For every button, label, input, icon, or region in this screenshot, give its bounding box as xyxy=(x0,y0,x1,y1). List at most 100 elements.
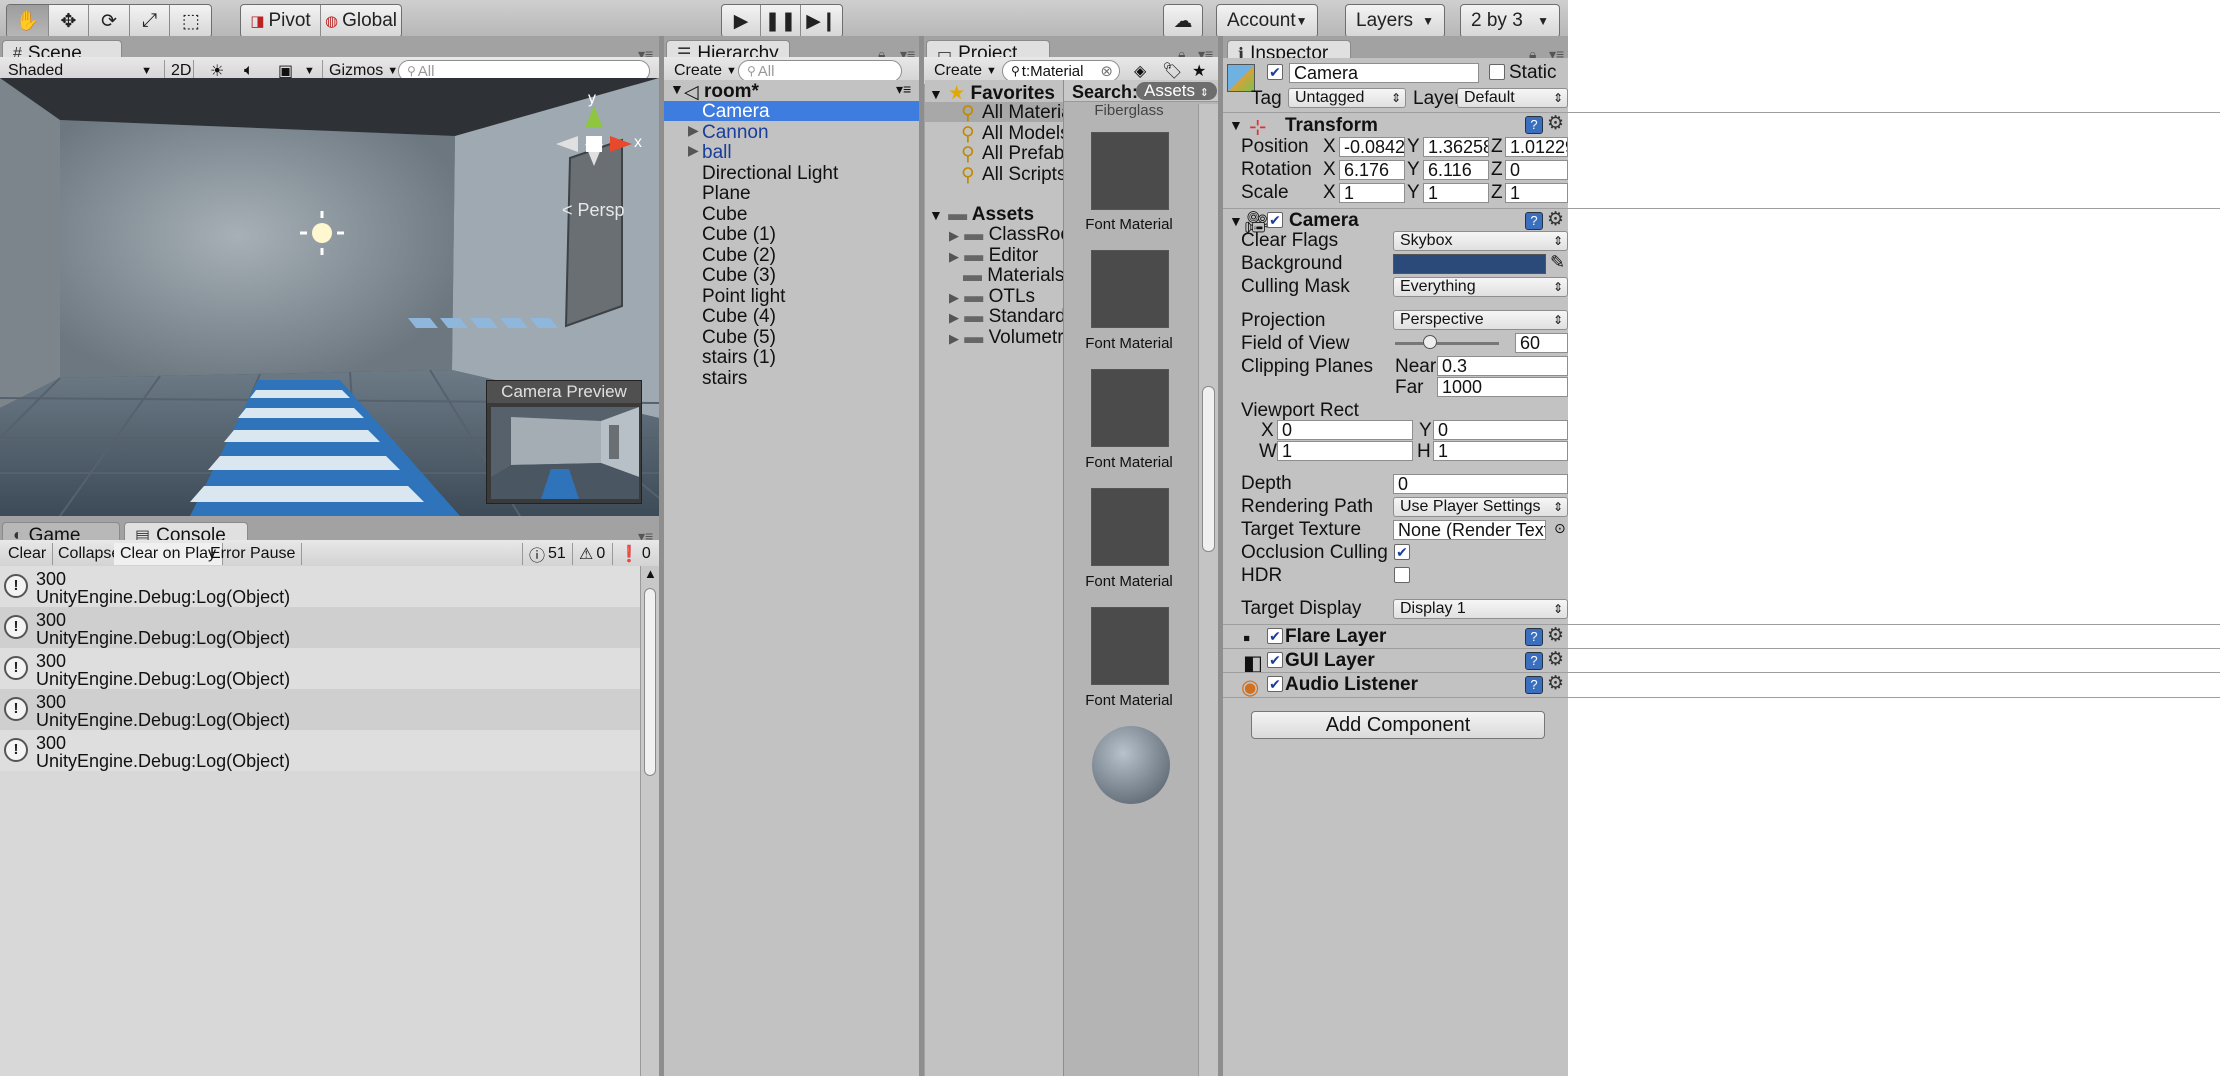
help-icon[interactable]: ? xyxy=(1525,116,1543,134)
scene-root[interactable]: ▼ ◁ room* ▾≡ xyxy=(664,81,919,103)
viewport-w-field[interactable]: 1 xyxy=(1277,441,1413,461)
search-scope-assets-button[interactable]: Assets ⇕ xyxy=(1136,82,1217,100)
material-thumbnail[interactable] xyxy=(1091,132,1169,210)
help-icon[interactable]: ? xyxy=(1525,212,1543,230)
help-icon[interactable]: ? xyxy=(1525,652,1543,670)
expand-arrow-icon[interactable]: ▶ xyxy=(949,228,959,243)
rotate-tool-icon[interactable]: ⟳ xyxy=(89,5,130,37)
collapse-arrow-icon[interactable]: ▼ xyxy=(1229,213,1243,229)
viewport-x-field[interactable]: 0 xyxy=(1277,420,1413,440)
culling-mask-dropdown[interactable]: Everything ⇕ xyxy=(1393,277,1568,297)
occlusion-culling-checkbox[interactable]: ✔ xyxy=(1394,544,1410,560)
hierarchy-item-cube-3[interactable]: Cube (3) xyxy=(664,265,919,286)
warning-filter-toggle[interactable]: ⚠ 0 xyxy=(572,543,611,565)
camera-component-header[interactable]: ▼ 🎥︎ xyxy=(1223,208,2220,234)
hierarchy-item-cube-4[interactable]: Cube (4) xyxy=(664,306,919,327)
hierarchy-item-cube-5[interactable]: Cube (5) xyxy=(664,327,919,348)
viewport-h-field[interactable]: 1 xyxy=(1433,441,1568,461)
hierarchy-item-camera[interactable]: Camera xyxy=(664,101,919,122)
camera-enabled-checkbox[interactable]: ✔ xyxy=(1267,212,1283,228)
material-thumbnail[interactable] xyxy=(1091,250,1169,328)
account-dropdown[interactable]: Account ▼ xyxy=(1216,4,1318,38)
material-thumbnail[interactable] xyxy=(1091,488,1169,566)
collapse-arrow-icon[interactable]: ▼ xyxy=(1229,117,1243,133)
hierarchy-item-ball[interactable]: ▶ ball xyxy=(664,142,919,163)
scroll-up-icon[interactable]: ▲ xyxy=(644,566,657,581)
create-dropdown[interactable]: Create ▼ xyxy=(928,60,1003,82)
rendering-path-dropdown[interactable]: Use Player Settings ⇕ xyxy=(1393,497,1568,517)
favorite-all-materials[interactable]: ⚲ All Materials xyxy=(925,102,1063,124)
near-field[interactable]: 0.3 xyxy=(1437,356,1568,376)
cloud-button[interactable]: ☁ xyxy=(1163,4,1203,38)
material-sphere-thumbnail[interactable] xyxy=(1092,726,1170,804)
gear-icon[interactable]: ⚙ xyxy=(1547,672,1564,695)
clear-search-icon[interactable]: ⊗ xyxy=(1100,62,1113,80)
rect-tool-icon[interactable]: ⬚ xyxy=(170,5,211,37)
projection-dropdown[interactable]: Perspective ⇕ xyxy=(1393,310,1568,330)
hierarchy-item-cannon[interactable]: ▶ Cannon xyxy=(664,122,919,143)
gear-icon[interactable]: ⚙ xyxy=(1547,648,1564,671)
gear-icon[interactable]: ⚙ xyxy=(1547,112,1564,135)
scale-tool-icon[interactable]: ⤢ xyxy=(130,5,171,37)
scale-z-field[interactable]: 1 xyxy=(1505,183,1568,203)
depth-field[interactable]: 0 xyxy=(1393,474,1568,494)
move-tool-icon[interactable]: ✥ xyxy=(49,5,90,37)
scale-x-field[interactable]: 1 xyxy=(1339,183,1405,203)
gear-icon[interactable]: ⚙ xyxy=(1547,624,1564,647)
list-item[interactable]: ! 300 UnityEngine.Debug:Log(Object) xyxy=(0,730,640,771)
eyedropper-icon[interactable]: ✎ xyxy=(1550,252,1565,273)
material-thumbnail[interactable] xyxy=(1091,607,1169,685)
target-texture-field[interactable]: None (Render Texture) xyxy=(1393,520,1546,540)
filter-by-type-icon[interactable]: ◈ xyxy=(1128,60,1152,82)
layers-dropdown[interactable]: Layers ▼ xyxy=(1345,4,1445,38)
create-dropdown[interactable]: Create ▼ xyxy=(668,60,743,82)
transform-header[interactable]: ▼ ⊹ Transform xyxy=(1223,112,2220,139)
perspective-label[interactable]: < Persp xyxy=(562,200,625,221)
pivot-button[interactable]: ◨ Pivot xyxy=(241,5,321,37)
gui-layer-checkbox[interactable]: ✔ xyxy=(1267,652,1283,668)
folder-classroom[interactable]: ▶ ▬ ClassRoom xyxy=(949,224,1063,245)
gear-icon[interactable]: ⚙ xyxy=(1547,208,1564,231)
scrollbar-thumb[interactable] xyxy=(644,588,656,776)
folder-materials[interactable]: ▬ Materials xyxy=(963,265,1063,286)
step-button[interactable]: ▶❙ xyxy=(801,5,842,37)
play-button[interactable]: ▶ xyxy=(722,5,761,37)
list-item[interactable]: ! 300 UnityEngine.Debug:Log(Object) xyxy=(0,648,640,689)
log-filter-toggle[interactable]: ⓘ 51 xyxy=(522,543,572,565)
position-x-field[interactable]: -0.0842 xyxy=(1339,137,1405,157)
rotation-z-field[interactable]: 0 xyxy=(1505,160,1568,180)
scrollbar-thumb[interactable] xyxy=(1202,386,1215,552)
expand-arrow-icon[interactable]: ▶ xyxy=(949,331,959,346)
viewport-y-field[interactable]: 0 xyxy=(1433,420,1568,440)
hierarchy-item-cube-1[interactable]: Cube (1) xyxy=(664,224,919,245)
position-y-field[interactable]: 1.36258 xyxy=(1423,137,1489,157)
expand-arrow-icon[interactable]: ▶ xyxy=(949,290,959,305)
scene-menu-icon[interactable]: ▾≡ xyxy=(896,81,911,98)
hierarchy-item-directional-light[interactable]: Directional Light xyxy=(664,163,919,184)
layer-dropdown[interactable]: Default ⇕ xyxy=(1457,88,1568,108)
error-pause-button[interactable]: Error Pause xyxy=(204,543,303,565)
active-checkbox[interactable]: ✔ xyxy=(1267,64,1283,80)
project-search-input[interactable]: ⚲ t:Material ⊗ xyxy=(1002,60,1120,82)
layout-dropdown[interactable]: 2 by 3 ▼ xyxy=(1460,4,1560,38)
hdr-checkbox[interactable] xyxy=(1394,567,1410,583)
expand-arrow-icon[interactable]: ▶ xyxy=(949,249,959,264)
hierarchy-item-cube-2[interactable]: Cube (2) xyxy=(664,245,919,266)
list-item[interactable]: ! 300 UnityEngine.Debug:Log(Object) xyxy=(0,689,640,730)
folder-editor[interactable]: ▶ ▬ Editor xyxy=(949,245,1038,266)
position-z-field[interactable]: 1.01229 xyxy=(1505,137,1568,157)
clear-button[interactable]: Clear xyxy=(2,543,54,565)
material-thumbnail[interactable] xyxy=(1091,369,1169,447)
error-filter-toggle[interactable]: ❗ 0 xyxy=(612,543,657,565)
scale-y-field[interactable]: 1 xyxy=(1423,183,1489,203)
target-display-dropdown[interactable]: Display 1 ⇕ xyxy=(1393,599,1568,619)
hierarchy-item-plane[interactable]: Plane xyxy=(664,183,919,204)
fov-slider-track[interactable] xyxy=(1395,342,1499,345)
console-scrollbar[interactable]: ▲ xyxy=(640,566,659,1076)
folder-standard-assets[interactable]: ▶ ▬ Standard As xyxy=(949,306,1063,327)
static-checkbox[interactable] xyxy=(1489,64,1505,80)
hierarchy-item-cube[interactable]: Cube xyxy=(664,204,919,225)
expand-arrow-icon[interactable]: ▶ xyxy=(688,142,699,159)
list-item[interactable]: ! 300 UnityEngine.Debug:Log(Object) xyxy=(0,607,640,648)
far-field[interactable]: 1000 xyxy=(1437,377,1568,397)
